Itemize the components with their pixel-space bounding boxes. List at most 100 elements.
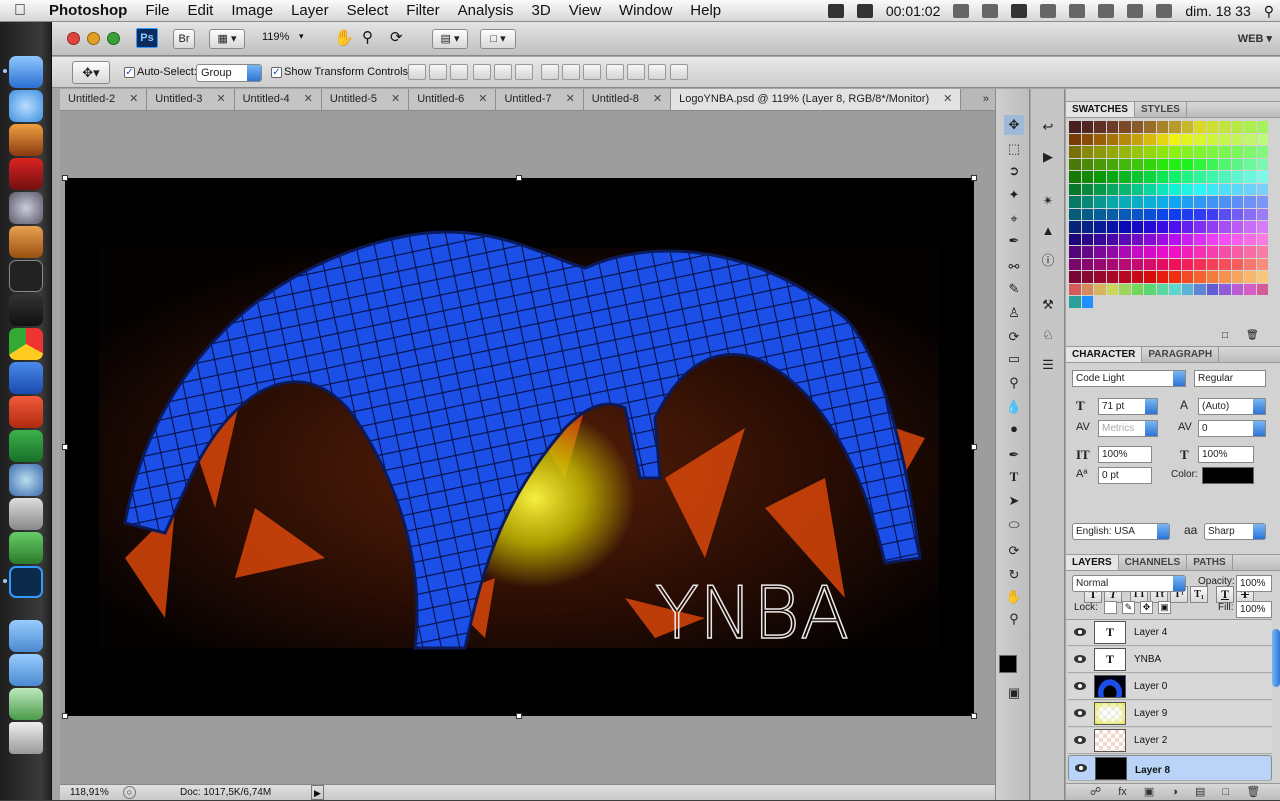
itunes-icon[interactable] (9, 90, 43, 122)
visibility-eye-icon[interactable] (1074, 682, 1086, 690)
layer-name[interactable]: Layer 2 (1134, 735, 1167, 746)
close-tab-icon[interactable]: ✕ (653, 89, 662, 110)
more-tabs-icon[interactable]: » (977, 89, 995, 110)
new-group-icon[interactable]: ▤ (1195, 786, 1205, 798)
swatch-cell[interactable] (1256, 171, 1268, 183)
swatch-cell[interactable] (1169, 246, 1181, 258)
swatch-cell[interactable] (1144, 258, 1156, 270)
swatch-cell[interactable] (1194, 196, 1206, 208)
tab-styles[interactable]: STYLES (1135, 102, 1187, 117)
swatch-cell[interactable] (1156, 221, 1168, 233)
swatch-cell[interactable] (1081, 246, 1093, 258)
swatch-cell[interactable] (1169, 121, 1181, 133)
volume-icon[interactable] (1127, 4, 1144, 18)
menu-help[interactable]: Help (681, 0, 730, 22)
bars-icon[interactable] (982, 4, 999, 18)
swatch-cell[interactable] (1144, 233, 1156, 245)
transform-handle[interactable] (516, 713, 522, 719)
eyedropper-tool-icon[interactable]: ✒ (1004, 231, 1024, 251)
align-top-icon[interactable] (408, 64, 426, 80)
swatch-cell[interactable] (1081, 221, 1093, 233)
zoom-window-icon[interactable] (107, 32, 120, 45)
transform-handle[interactable] (971, 713, 977, 719)
antialias-select[interactable]: Sharp (1204, 523, 1266, 540)
swatch-cell[interactable] (1094, 158, 1106, 170)
vertical-scale-field[interactable]: 100% (1098, 446, 1152, 463)
clock-text[interactable]: 00:01:02 (886, 3, 941, 19)
swatch-cell[interactable] (1256, 233, 1268, 245)
swatch-cell[interactable] (1206, 158, 1218, 170)
hand-tool-icon[interactable]: ✋ (334, 28, 354, 48)
transform-handle[interactable] (62, 175, 68, 181)
swatch-cell[interactable] (1106, 221, 1118, 233)
lock-pixels-icon[interactable]: ✎ (1122, 601, 1135, 614)
blur-tool-icon[interactable]: 💧 (1004, 397, 1024, 417)
battery-icon[interactable] (1156, 4, 1173, 18)
swatch-cell[interactable] (1119, 258, 1131, 270)
swatch-cell[interactable] (1094, 246, 1106, 258)
align-right-icon[interactable] (515, 64, 533, 80)
swatch-cell[interactable] (1094, 221, 1106, 233)
swatch-cell[interactable] (1244, 171, 1256, 183)
swatch-cell[interactable] (1144, 133, 1156, 145)
swatch-cell[interactable] (1107, 296, 1119, 308)
swatch-cell[interactable] (1194, 296, 1206, 308)
swatch-cell[interactable] (1119, 171, 1131, 183)
menu-analysis[interactable]: Analysis (449, 0, 523, 22)
swatch-cell[interactable] (1081, 208, 1093, 220)
3d-orbit-tool-icon[interactable]: ↻ (1004, 565, 1024, 585)
swatch-cell[interactable] (1219, 208, 1231, 220)
swatch-cell[interactable] (1144, 121, 1156, 133)
swatch-cell[interactable] (1144, 271, 1156, 283)
tab-untitled-6[interactable]: Untitled-6 ✕ (409, 89, 497, 110)
swatch-cell[interactable] (1194, 233, 1206, 245)
swatch-cell[interactable] (1131, 171, 1143, 183)
brush-tool-icon[interactable]: ✎ (1004, 279, 1024, 299)
photo-booth-icon[interactable] (9, 158, 43, 190)
swatch-cell[interactable] (1106, 246, 1118, 258)
horizontal-scale-field[interactable]: 100% (1198, 446, 1254, 463)
swatch-cell[interactable] (1081, 133, 1093, 145)
finder-icon[interactable] (9, 56, 43, 88)
swatch-cell[interactable] (1169, 271, 1181, 283)
swatch-cell[interactable] (1206, 133, 1218, 145)
swatch-cell[interactable] (1119, 221, 1131, 233)
swatch-cell[interactable] (1181, 146, 1193, 158)
swatch-cell[interactable] (1181, 246, 1193, 258)
swatch-cell[interactable] (1206, 183, 1218, 195)
swatch-cell[interactable] (1256, 271, 1268, 283)
spotlight-icon[interactable]: ⚲ (1264, 3, 1274, 20)
swatch-cell[interactable] (1119, 296, 1131, 308)
swatch-cell[interactable] (1081, 183, 1093, 195)
close-window-icon[interactable] (67, 32, 80, 45)
swatch-cell[interactable] (1069, 133, 1081, 145)
swatch-cell[interactable] (1119, 183, 1131, 195)
lock-transparency-icon[interactable] (1104, 601, 1117, 614)
kerning-field[interactable]: Metrics (1098, 420, 1158, 437)
swatch-cell[interactable] (1194, 183, 1206, 195)
visibility-eye-icon[interactable] (1074, 736, 1086, 744)
swatch-cell[interactable] (1206, 258, 1218, 270)
swatch-cell[interactable] (1131, 196, 1143, 208)
swatch-cell[interactable] (1256, 146, 1268, 158)
swatch-cell[interactable] (1231, 233, 1243, 245)
swatch-cell[interactable] (1181, 258, 1193, 270)
swatch-cell[interactable] (1244, 196, 1256, 208)
swatch-cell[interactable] (1231, 208, 1243, 220)
swatch-cell[interactable] (1157, 296, 1169, 308)
zoom-tool-icon[interactable]: ⚲ (1004, 609, 1024, 629)
visibility-eye-icon[interactable] (1074, 655, 1086, 663)
menu-3d[interactable]: 3D (523, 0, 560, 22)
menu-edit[interactable]: Edit (179, 0, 223, 22)
swatch-cell[interactable] (1194, 146, 1206, 158)
swatch-cell[interactable] (1219, 271, 1231, 283)
swatch-cell[interactable] (1169, 158, 1181, 170)
swatch-cell[interactable] (1106, 208, 1118, 220)
swatch-cell[interactable] (1131, 258, 1143, 270)
visibility-eye-icon[interactable] (1074, 709, 1086, 717)
transform-handle[interactable] (516, 175, 522, 181)
transform-handle[interactable] (971, 175, 977, 181)
info-panel-icon[interactable]: ⓘ (1038, 251, 1058, 271)
healing-brush-tool-icon[interactable]: ⚯ (1004, 257, 1024, 277)
swatch-cell[interactable] (1219, 158, 1231, 170)
